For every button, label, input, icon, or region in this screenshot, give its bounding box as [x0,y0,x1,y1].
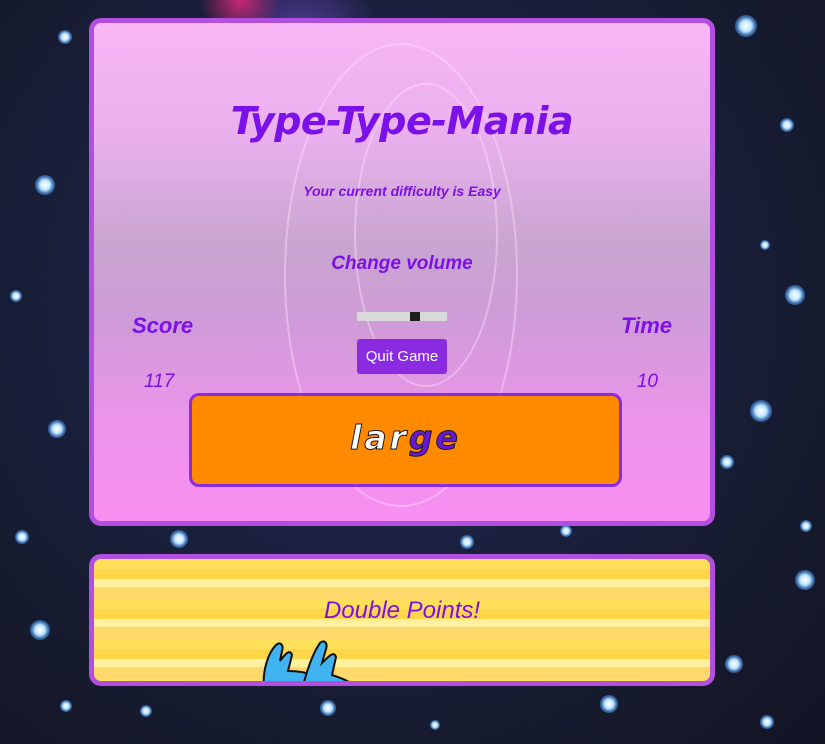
bonus-panel: Double Points! [89,554,715,686]
game-panel: Type-Type-Mania Your current difficulty … [89,18,715,526]
game-title: Type-Type-Mania [230,99,574,143]
target-word-box: large [189,393,622,487]
volume-slider-thumb[interactable] [410,312,420,321]
time-value: 10 [636,371,658,392]
typed-letters: lar [350,418,409,458]
score-value: 117 [144,371,175,392]
volume-slider[interactable] [357,312,447,321]
score-label: Score [132,313,194,338]
blue-bird-creature-icon [262,640,350,681]
time-label: Time [621,313,672,338]
volume-label: Change volume [331,253,473,274]
difficulty-text: Your current difficulty is Easy [303,183,501,199]
bonus-text: Double Points! [323,597,481,624]
remaining-letters: ge [408,418,461,458]
target-word: large [192,418,619,458]
quit-game-button[interactable]: Quit Game [357,339,447,374]
